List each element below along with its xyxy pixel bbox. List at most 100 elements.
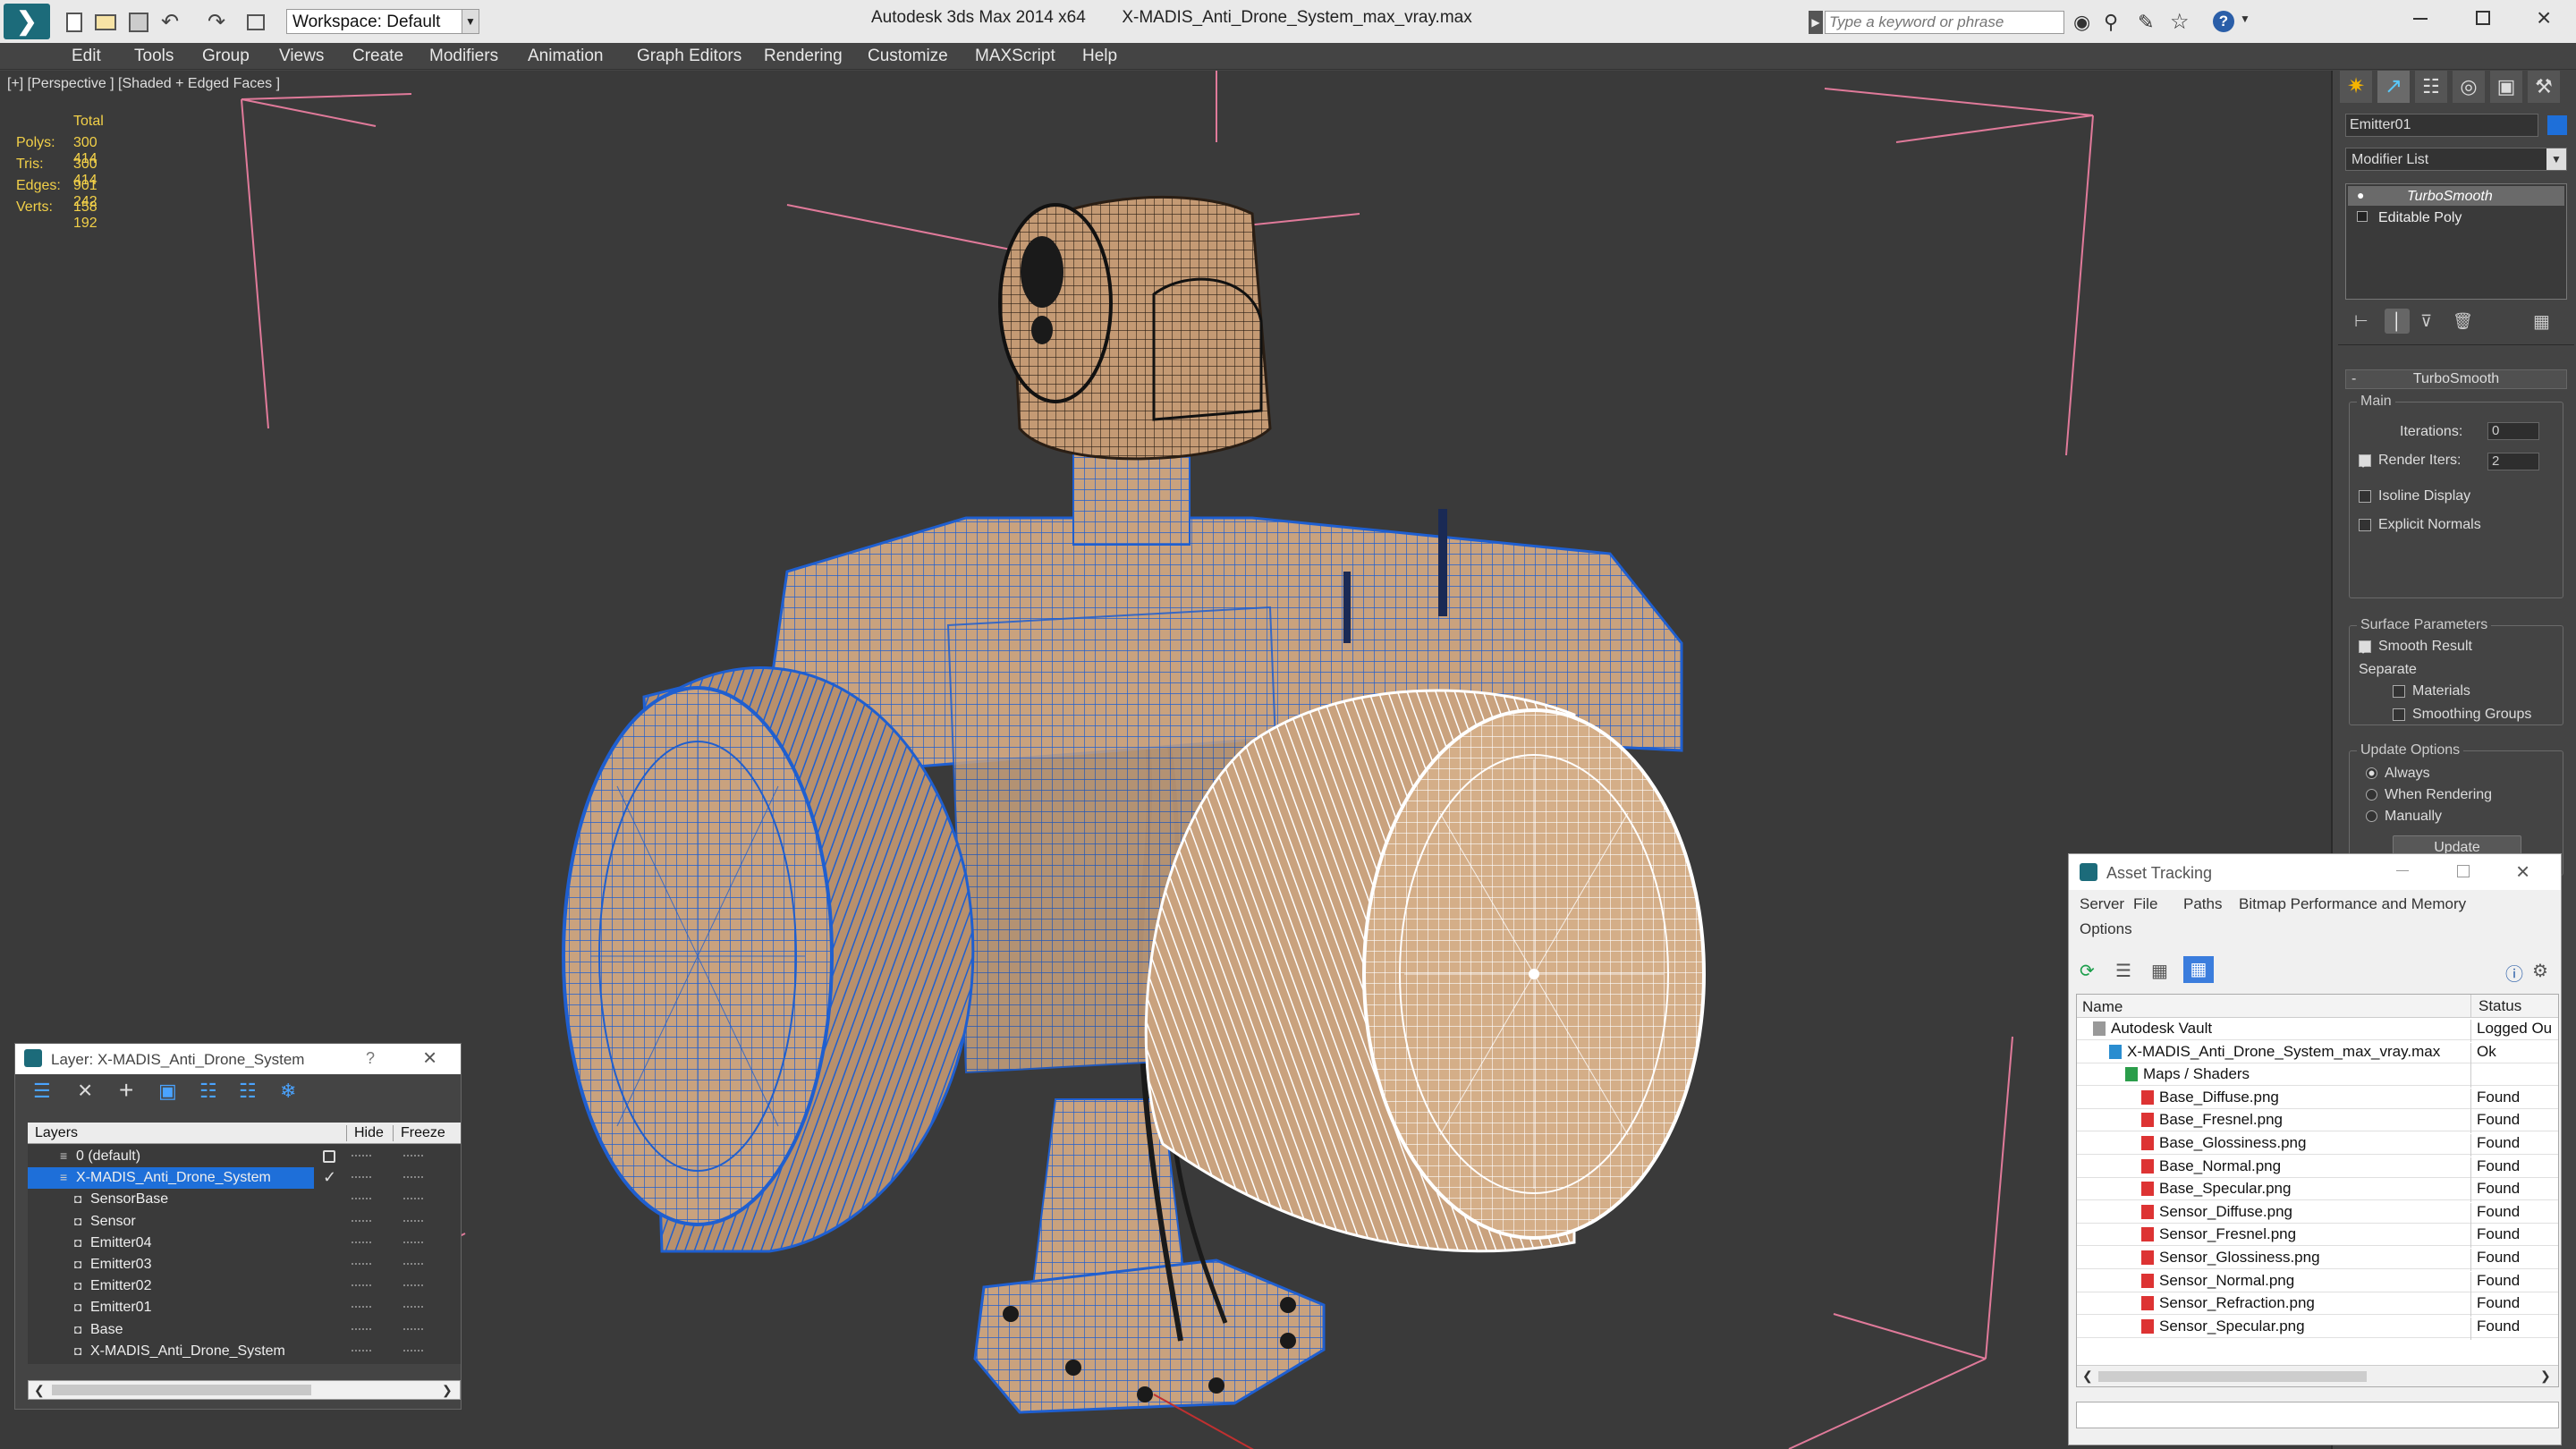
asset-row[interactable]: Base_Specular.png Found	[2077, 1178, 2558, 1203]
layer-row[interactable]: ◘ Base	[28, 1319, 457, 1341]
layer-window-titlebar[interactable]: Layer: X-MADIS_Anti_Drone_System ? ×	[15, 1044, 461, 1074]
menu-item-tools[interactable]: Tools	[134, 47, 174, 66]
help-icon[interactable]: ?	[366, 1049, 375, 1068]
freeze-toggle[interactable]	[403, 1263, 423, 1266]
redo-icon[interactable]: ↷	[208, 9, 225, 35]
asset-row[interactable]: Sensor_Diffuse.png Found	[2077, 1201, 2558, 1225]
hide-toggle[interactable]	[352, 1327, 371, 1331]
table-view-icon[interactable]: ▦	[2151, 960, 2168, 982]
help-icon[interactable]: ⓘ	[2505, 960, 2523, 986]
open-file-icon[interactable]	[95, 14, 116, 30]
workspace-arrow-button[interactable]: ▼	[462, 9, 479, 34]
col-hide[interactable]: Hide	[346, 1125, 384, 1141]
asset-menu-options[interactable]: Options	[2080, 920, 2132, 938]
freeze-toggle[interactable]	[403, 1219, 423, 1223]
asset-menu-server[interactable]: Server	[2080, 895, 2124, 913]
explicit-normals-checkbox[interactable]: Explicit Normals	[2359, 517, 2481, 533]
hide-toggle[interactable]	[352, 1241, 371, 1244]
layer-hscrollbar[interactable]: ❮ ❯	[28, 1380, 461, 1400]
checkmark-icon[interactable]: ✓	[323, 1168, 336, 1187]
layer-row[interactable]: ≡ 0 (default)	[28, 1146, 457, 1167]
col-status[interactable]: Status	[2470, 995, 2521, 1018]
manually-radio[interactable]: Manually	[2366, 809, 2442, 825]
hold-icon[interactable]	[247, 14, 265, 30]
hide-toggle[interactable]	[352, 1155, 371, 1157]
render-iters-spinner[interactable]: 2	[2487, 453, 2539, 470]
help-dropdown-icon[interactable]: ▼	[2240, 13, 2250, 25]
new-file-icon[interactable]	[66, 13, 82, 32]
hide-toggle[interactable]	[352, 1198, 371, 1200]
utilities-tab-icon[interactable]: ⚒	[2528, 71, 2560, 103]
workspace-dropdown[interactable]: Workspace: Default ▼	[286, 9, 479, 34]
always-radio[interactable]: Always	[2366, 766, 2430, 782]
stack-item-editable-poly[interactable]: Editable Poly	[2348, 208, 2564, 227]
menu-item-views[interactable]: Views	[279, 47, 324, 66]
menu-item-modifiers[interactable]: Modifiers	[429, 47, 498, 66]
asset-row[interactable]: Maps / Shaders	[2077, 1063, 2558, 1089]
scroll-right-icon[interactable]: ❯	[442, 1383, 453, 1398]
asset-row[interactable]: Base_Normal.png Found	[2077, 1156, 2558, 1180]
asset-row[interactable]: Base_Diffuse.png Found	[2077, 1087, 2558, 1111]
create-tab-icon[interactable]: ✷	[2340, 71, 2372, 103]
search-input[interactable]	[1825, 11, 2064, 34]
iterations-spinner[interactable]: 0	[2487, 422, 2539, 440]
hide-toggle[interactable]	[352, 1219, 371, 1223]
show-end-result-icon[interactable]: │	[2385, 309, 2410, 334]
asset-row[interactable]: Sensor_Specular.png Found	[2077, 1316, 2558, 1340]
add-icon[interactable]: +	[119, 1076, 133, 1105]
close-icon[interactable]: ×	[423, 1044, 436, 1072]
layer-row[interactable]: ◘ Emitter01	[28, 1297, 457, 1318]
asset-menu-bitmap-performance-and-memory[interactable]: Bitmap Performance and Memory	[2239, 895, 2466, 913]
freeze-all-icon[interactable]: ❄	[280, 1080, 296, 1103]
asset-menu-file[interactable]: File	[2133, 895, 2157, 913]
smooth-result-checkbox[interactable]: ✓ Smooth Result	[2359, 639, 2472, 658]
render-iters-checkbox[interactable]: ✓ Render Iters:	[2359, 453, 2461, 472]
asset-menu-paths[interactable]: Paths	[2183, 895, 2222, 913]
binoculars-icon[interactable]: ◉	[2073, 11, 2090, 34]
asset-row[interactable]: X-MADIS_Anti_Drone_System_max_vray.max Ok	[2077, 1041, 2558, 1065]
remove-modifier-icon[interactable]: 🗑	[2453, 312, 2473, 331]
modify-tab-icon[interactable]: ↗	[2377, 71, 2410, 103]
grid-view-icon[interactable]: ▦	[2183, 956, 2214, 983]
select-objects-icon[interactable]: ▣	[158, 1080, 177, 1103]
materials-checkbox[interactable]: Materials	[2393, 683, 2470, 699]
expand-icon[interactable]	[2357, 211, 2368, 222]
pin-stack-icon[interactable]: ⊢	[2354, 312, 2368, 331]
freeze-toggle[interactable]	[403, 1176, 423, 1179]
key-icon[interactable]: ⚲	[2104, 11, 2118, 34]
delete-layer-icon[interactable]: ×	[78, 1076, 92, 1105]
freeze-toggle[interactable]	[403, 1349, 423, 1352]
settings-icon[interactable]: ⚙	[2532, 960, 2548, 982]
asset-titlebar[interactable]: Asset Tracking ×	[2069, 854, 2561, 890]
scroll-thumb[interactable]	[2098, 1371, 2367, 1382]
motion-tab-icon[interactable]: ◎	[2453, 71, 2485, 103]
hide-all-icon[interactable]: ☷	[239, 1080, 257, 1103]
object-color-swatch[interactable]	[2547, 115, 2567, 135]
current-layer-box-icon[interactable]	[323, 1150, 335, 1163]
asset-path-field[interactable]	[2076, 1402, 2559, 1428]
freeze-toggle[interactable]	[403, 1306, 423, 1309]
freeze-toggle[interactable]	[403, 1155, 423, 1157]
col-name[interactable]: Name	[2082, 998, 2123, 1016]
help-icon[interactable]: ?	[2213, 11, 2234, 32]
configure-sets-icon[interactable]: ▦	[2533, 310, 2550, 333]
refresh-icon[interactable]: ⟳	[2080, 960, 2095, 982]
turbosmooth-rollout-header[interactable]: - TurboSmooth	[2345, 369, 2567, 389]
app-logo-icon[interactable]: ❯	[4, 4, 50, 39]
maximize-icon[interactable]	[2476, 11, 2490, 25]
lightbulb-icon[interactable]: ●	[2357, 188, 2364, 202]
scroll-left-icon[interactable]: ❮	[34, 1383, 45, 1398]
highlight-layer-icon[interactable]: ☷	[199, 1080, 217, 1103]
freeze-toggle[interactable]	[403, 1198, 423, 1200]
menu-item-rendering[interactable]: Rendering	[764, 47, 843, 66]
close-icon[interactable]: ×	[2537, 4, 2551, 32]
communication-icon[interactable]: ✎	[2138, 11, 2154, 34]
scroll-left-icon[interactable]: ❮	[2082, 1368, 2093, 1384]
asset-row[interactable]: Sensor_Refraction.png Found	[2077, 1292, 2558, 1318]
freeze-toggle[interactable]	[403, 1284, 423, 1287]
make-unique-icon[interactable]: ⊽	[2420, 312, 2432, 331]
layer-row[interactable]: ◘ X-MADIS_Anti_Drone_System	[28, 1341, 457, 1362]
smoothing-groups-checkbox[interactable]: Smoothing Groups	[2393, 707, 2531, 723]
hide-toggle[interactable]	[352, 1349, 371, 1352]
layer-row[interactable]: ◘ Sensor	[28, 1211, 457, 1233]
